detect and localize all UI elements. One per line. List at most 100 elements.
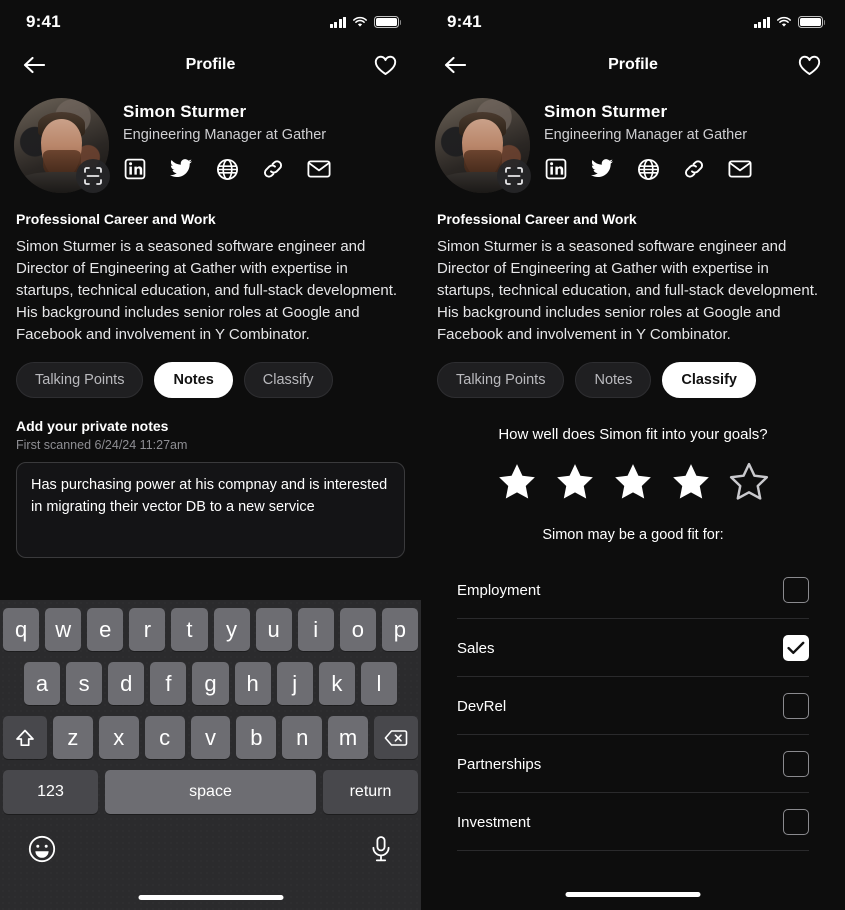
wifi-icon xyxy=(353,16,367,27)
twitter-icon[interactable] xyxy=(169,157,193,181)
link-icon[interactable] xyxy=(261,157,285,181)
star-rating[interactable] xyxy=(421,461,845,503)
checkbox-investment[interactable] xyxy=(783,809,809,836)
notes-scanned-timestamp: First scanned 6/24/24 11:27am xyxy=(16,438,188,453)
key-p[interactable]: p xyxy=(381,608,418,651)
linkedin-icon[interactable] xyxy=(123,157,147,181)
key-u[interactable]: u xyxy=(255,608,292,651)
twitter-icon[interactable] xyxy=(590,157,614,181)
key-o[interactable]: o xyxy=(339,608,376,651)
heart-icon[interactable] xyxy=(795,51,823,79)
key-h[interactable]: h xyxy=(234,662,271,705)
profile-identity: Simon Sturmer Engineering Manager at Gat… xyxy=(123,98,331,193)
screenshot-stage: 9:41 Profile Simon Sturmer Engineering M… xyxy=(0,0,845,910)
key-d[interactable]: d xyxy=(108,662,145,705)
profile-name: Simon Sturmer xyxy=(544,102,668,121)
star-filled-3-icon[interactable] xyxy=(611,461,655,503)
star-filled-4-icon[interactable] xyxy=(669,461,713,503)
star-filled-1-icon[interactable] xyxy=(495,461,539,503)
profile-header: Simon Sturmer Engineering Manager at Gat… xyxy=(0,86,421,193)
keyboard-row-4: 123 space return xyxy=(0,770,421,814)
key-e[interactable]: e xyxy=(87,608,124,651)
key-x[interactable]: x xyxy=(98,716,139,759)
key-return[interactable]: return xyxy=(323,770,418,814)
bio-text: Simon Sturmer is a seasoned software eng… xyxy=(437,238,819,344)
star-empty-5-icon[interactable] xyxy=(727,461,771,503)
avatar[interactable] xyxy=(435,98,531,193)
globe-icon[interactable] xyxy=(215,157,239,181)
key-s[interactable]: s xyxy=(66,662,103,705)
key-space[interactable]: space xyxy=(105,770,316,814)
status-time: 9:41 xyxy=(447,12,482,31)
back-arrow-icon[interactable] xyxy=(20,51,48,79)
star-filled-2-icon[interactable] xyxy=(553,461,597,503)
checkbox-employment[interactable] xyxy=(783,577,809,604)
checkbox-sales[interactable] xyxy=(783,635,809,662)
email-icon[interactable] xyxy=(728,157,752,181)
checkbox-devrel[interactable] xyxy=(783,693,809,720)
key-z[interactable]: z xyxy=(53,716,93,759)
scan-frame-icon[interactable] xyxy=(76,159,110,193)
key-numbers[interactable]: 123 xyxy=(3,770,98,814)
keyboard-row-2: a s d f g h j k l xyxy=(0,662,421,705)
fit-option-label: Sales xyxy=(457,639,495,657)
profile-identity: Simon Sturmer Engineering Manager at Gat… xyxy=(544,98,752,193)
checkbox-partnerships[interactable] xyxy=(783,751,809,778)
wifi-icon xyxy=(777,16,791,27)
key-m[interactable]: m xyxy=(328,716,369,759)
list-item[interactable]: Partnerships xyxy=(457,735,809,794)
tab-classify[interactable]: Classify xyxy=(662,362,756,399)
key-g[interactable]: g xyxy=(192,662,229,705)
nav-bar: Profile xyxy=(0,44,421,86)
key-c[interactable]: c xyxy=(144,716,185,759)
key-f[interactable]: f xyxy=(150,662,187,705)
signal-bars-icon xyxy=(753,16,770,28)
bio-text: Simon Sturmer is a seasoned software eng… xyxy=(16,238,398,344)
bio-heading: Professional Career and Work xyxy=(437,211,637,227)
tab-talking-points[interactable]: Talking Points xyxy=(16,362,144,399)
tab-talking-points[interactable]: Talking Points xyxy=(437,362,565,399)
key-v[interactable]: v xyxy=(190,716,231,759)
key-b[interactable]: b xyxy=(236,716,277,759)
list-item[interactable]: Employment xyxy=(457,561,809,620)
link-icon[interactable] xyxy=(682,157,706,181)
status-indicators xyxy=(329,16,402,28)
avatar[interactable] xyxy=(14,98,110,193)
fit-options-list: Employment Sales DevRel Partnerships Inv… xyxy=(421,561,845,852)
heart-icon[interactable] xyxy=(371,51,399,79)
key-n[interactable]: n xyxy=(282,716,323,759)
key-q[interactable]: q xyxy=(3,608,40,651)
globe-icon[interactable] xyxy=(636,157,660,181)
key-l[interactable]: l xyxy=(360,662,397,705)
key-j[interactable]: j xyxy=(276,662,313,705)
linkedin-icon[interactable] xyxy=(544,157,568,181)
tab-classify[interactable]: Classify xyxy=(243,362,333,399)
key-r[interactable]: r xyxy=(129,608,166,651)
keyboard-row-1: q w e r t y u i o p xyxy=(0,608,421,651)
phone-screen-classify: 9:41 Profile Simon Sturmer Engineering M… xyxy=(421,0,845,910)
key-k[interactable]: k xyxy=(318,662,355,705)
key-y[interactable]: y xyxy=(213,608,250,651)
list-item[interactable]: DevRel xyxy=(457,677,809,736)
key-w[interactable]: w xyxy=(45,608,82,651)
microphone-icon[interactable] xyxy=(369,835,393,868)
phone-screen-notes: 9:41 Profile Simon Sturmer Engineering M… xyxy=(0,0,421,910)
shift-up-icon[interactable] xyxy=(3,716,47,759)
notes-input[interactable]: Has purchasing power at his compnay and … xyxy=(16,462,405,559)
emoji-smiley-icon[interactable] xyxy=(28,835,56,868)
page-title: Profile xyxy=(608,56,658,73)
tab-notes[interactable]: Notes xyxy=(154,362,233,399)
scan-frame-icon[interactable] xyxy=(497,159,531,193)
fit-option-label: Employment xyxy=(457,581,541,599)
list-item[interactable]: Sales xyxy=(457,619,809,678)
tab-notes[interactable]: Notes xyxy=(575,362,652,399)
back-arrow-icon[interactable] xyxy=(441,51,469,79)
email-icon[interactable] xyxy=(307,157,331,181)
key-i[interactable]: i xyxy=(297,608,334,651)
backspace-icon[interactable] xyxy=(374,716,419,759)
notes-heading: Add your private notes xyxy=(16,418,169,435)
key-t[interactable]: t xyxy=(171,608,208,651)
key-a[interactable]: a xyxy=(24,662,61,705)
list-item[interactable]: Investment xyxy=(457,793,809,852)
notes-section: Add your private notes First scanned 6/2… xyxy=(0,418,421,559)
